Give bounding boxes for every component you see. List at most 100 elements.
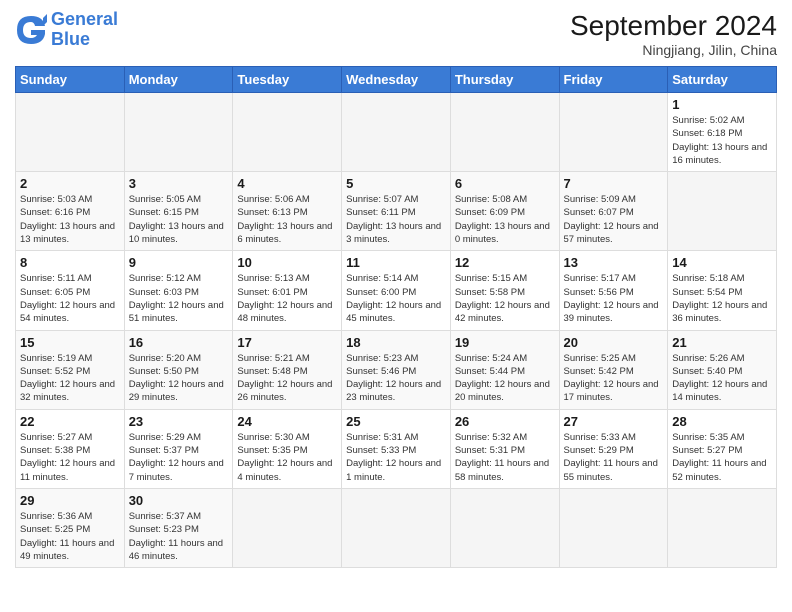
sunrise: Sunrise: 5:21 AM [237,353,309,364]
day-number: 11 [346,255,446,270]
day-info: Sunrise: 5:09 AM Sunset: 6:07 PM Dayligh… [564,193,664,246]
sunset: Sunset: 6:03 PM [129,287,199,298]
sunset: Sunset: 5:31 PM [455,445,525,456]
day-info: Sunrise: 5:05 AM Sunset: 6:15 PM Dayligh… [129,193,229,246]
calendar-cell: 12 Sunrise: 5:15 AM Sunset: 5:58 PM Dayl… [450,251,559,330]
calendar-cell: 6 Sunrise: 5:08 AM Sunset: 6:09 PM Dayli… [450,172,559,251]
calendar-cell: 3 Sunrise: 5:05 AM Sunset: 6:15 PM Dayli… [124,172,233,251]
month-title: September 2024 [570,10,777,42]
calendar-cell [342,93,451,172]
sunrise: Sunrise: 5:37 AM [129,511,201,522]
day-info: Sunrise: 5:37 AM Sunset: 5:23 PM Dayligh… [129,510,229,563]
title-block: September 2024 Ningjiang, Jilin, China [570,10,777,58]
daylight: Daylight: 12 hours and 39 minutes. [564,300,659,324]
day-number: 20 [564,335,664,350]
daylight: Daylight: 13 hours and 3 minutes. [346,221,441,245]
daylight: Daylight: 12 hours and 7 minutes. [129,458,224,482]
sunset: Sunset: 5:35 PM [237,445,307,456]
daylight: Daylight: 12 hours and 36 minutes. [672,300,767,324]
logo-text: General Blue [51,10,118,50]
calendar-cell [559,488,668,567]
day-number: 12 [455,255,555,270]
sunrise: Sunrise: 5:05 AM [129,194,201,205]
sunset: Sunset: 6:00 PM [346,287,416,298]
sunset: Sunset: 6:05 PM [20,287,90,298]
col-monday: Monday [124,67,233,93]
day-number: 26 [455,414,555,429]
day-number: 5 [346,176,446,191]
sunset: Sunset: 5:23 PM [129,524,199,535]
day-info: Sunrise: 5:14 AM Sunset: 6:00 PM Dayligh… [346,272,446,325]
day-number: 14 [672,255,772,270]
calendar-cell [668,172,777,251]
sunrise: Sunrise: 5:08 AM [455,194,527,205]
sunrise: Sunrise: 5:29 AM [129,432,201,443]
location: Ningjiang, Jilin, China [570,42,777,58]
day-number: 2 [20,176,120,191]
day-info: Sunrise: 5:36 AM Sunset: 5:25 PM Dayligh… [20,510,120,563]
daylight: Daylight: 12 hours and 57 minutes. [564,221,659,245]
sunrise: Sunrise: 5:06 AM [237,194,309,205]
daylight: Daylight: 11 hours and 46 minutes. [129,538,223,562]
day-number: 27 [564,414,664,429]
sunset: Sunset: 5:56 PM [564,287,634,298]
day-number: 25 [346,414,446,429]
calendar-cell: 9 Sunrise: 5:12 AM Sunset: 6:03 PM Dayli… [124,251,233,330]
calendar-cell: 7 Sunrise: 5:09 AM Sunset: 6:07 PM Dayli… [559,172,668,251]
day-number: 1 [672,97,772,112]
sunset: Sunset: 5:54 PM [672,287,742,298]
calendar-week-0: 1 Sunrise: 5:02 AM Sunset: 6:18 PM Dayli… [16,93,777,172]
day-number: 24 [237,414,337,429]
col-thursday: Thursday [450,67,559,93]
day-number: 18 [346,335,446,350]
calendar-cell: 13 Sunrise: 5:17 AM Sunset: 5:56 PM Dayl… [559,251,668,330]
sunrise: Sunrise: 5:19 AM [20,353,92,364]
sunrise: Sunrise: 5:18 AM [672,273,744,284]
calendar-cell: 18 Sunrise: 5:23 AM Sunset: 5:46 PM Dayl… [342,330,451,409]
sunrise: Sunrise: 5:26 AM [672,353,744,364]
day-number: 6 [455,176,555,191]
calendar-cell: 15 Sunrise: 5:19 AM Sunset: 5:52 PM Dayl… [16,330,125,409]
calendar-cell: 17 Sunrise: 5:21 AM Sunset: 5:48 PM Dayl… [233,330,342,409]
sunrise: Sunrise: 5:24 AM [455,353,527,364]
day-number: 8 [20,255,120,270]
calendar-cell: 5 Sunrise: 5:07 AM Sunset: 6:11 PM Dayli… [342,172,451,251]
col-wednesday: Wednesday [342,67,451,93]
calendar-cell: 16 Sunrise: 5:20 AM Sunset: 5:50 PM Dayl… [124,330,233,409]
calendar-week-3: 15 Sunrise: 5:19 AM Sunset: 5:52 PM Dayl… [16,330,777,409]
day-info: Sunrise: 5:13 AM Sunset: 6:01 PM Dayligh… [237,272,337,325]
col-saturday: Saturday [668,67,777,93]
day-info: Sunrise: 5:12 AM Sunset: 6:03 PM Dayligh… [129,272,229,325]
sunset: Sunset: 5:29 PM [564,445,634,456]
sunrise: Sunrise: 5:31 AM [346,432,418,443]
day-info: Sunrise: 5:19 AM Sunset: 5:52 PM Dayligh… [20,352,120,405]
sunset: Sunset: 6:18 PM [672,128,742,139]
day-number: 19 [455,335,555,350]
sunrise: Sunrise: 5:36 AM [20,511,92,522]
calendar-cell [450,488,559,567]
sunrise: Sunrise: 5:12 AM [129,273,201,284]
day-info: Sunrise: 5:31 AM Sunset: 5:33 PM Dayligh… [346,431,446,484]
calendar-cell: 10 Sunrise: 5:13 AM Sunset: 6:01 PM Dayl… [233,251,342,330]
daylight: Daylight: 12 hours and 4 minutes. [237,458,332,482]
daylight: Daylight: 13 hours and 6 minutes. [237,221,332,245]
day-info: Sunrise: 5:06 AM Sunset: 6:13 PM Dayligh… [237,193,337,246]
sunrise: Sunrise: 5:09 AM [564,194,636,205]
logo-icon [15,14,47,46]
sunrise: Sunrise: 5:03 AM [20,194,92,205]
calendar-cell [233,488,342,567]
daylight: Daylight: 13 hours and 0 minutes. [455,221,550,245]
calendar-cell: 24 Sunrise: 5:30 AM Sunset: 5:35 PM Dayl… [233,409,342,488]
day-number: 29 [20,493,120,508]
day-info: Sunrise: 5:29 AM Sunset: 5:37 PM Dayligh… [129,431,229,484]
calendar-cell: 23 Sunrise: 5:29 AM Sunset: 5:37 PM Dayl… [124,409,233,488]
sunrise: Sunrise: 5:23 AM [346,353,418,364]
day-info: Sunrise: 5:17 AM Sunset: 5:56 PM Dayligh… [564,272,664,325]
calendar-cell: 29 Sunrise: 5:36 AM Sunset: 5:25 PM Dayl… [16,488,125,567]
header-row: Sunday Monday Tuesday Wednesday Thursday… [16,67,777,93]
sunset: Sunset: 6:15 PM [129,207,199,218]
day-number: 15 [20,335,120,350]
sunrise: Sunrise: 5:27 AM [20,432,92,443]
col-tuesday: Tuesday [233,67,342,93]
day-info: Sunrise: 5:15 AM Sunset: 5:58 PM Dayligh… [455,272,555,325]
